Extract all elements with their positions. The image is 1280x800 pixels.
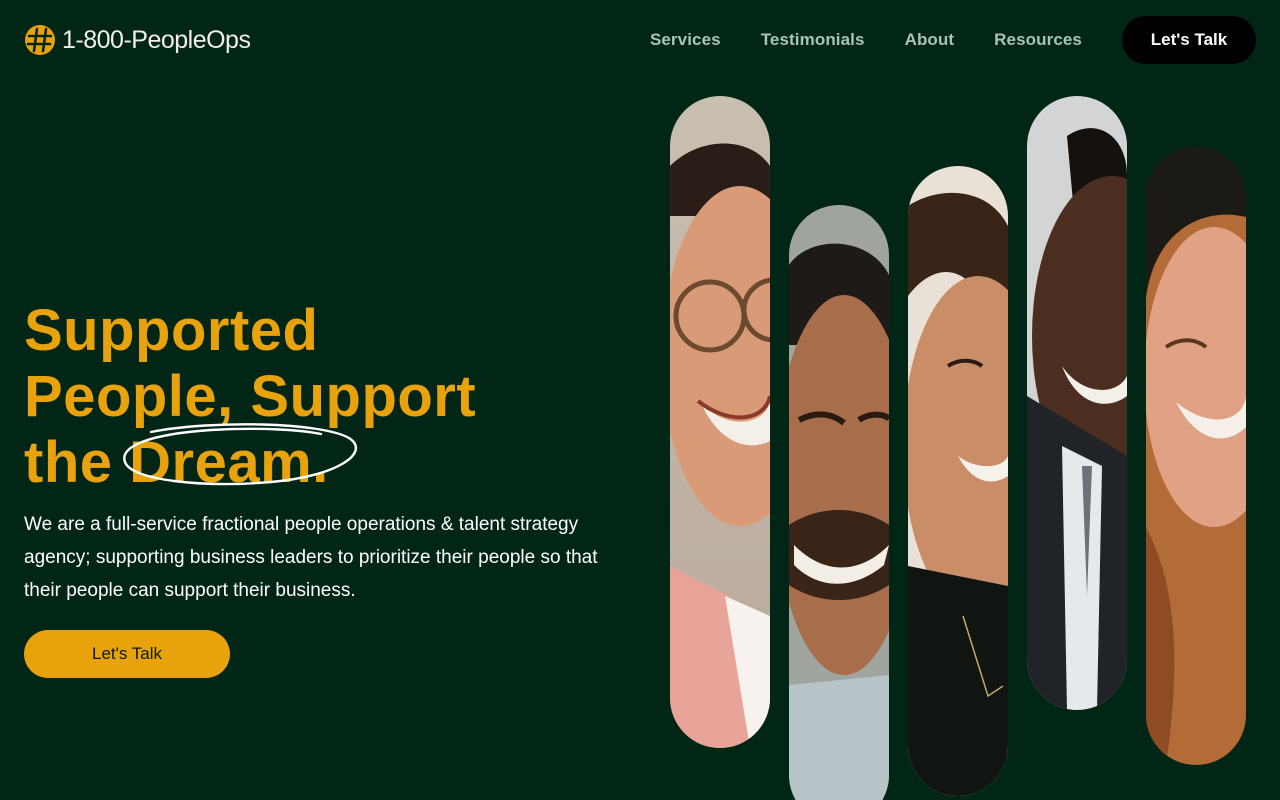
nav-about[interactable]: About — [905, 30, 955, 50]
portrait-woman-laughing-photo — [1146, 147, 1246, 765]
headline-line-3: the Dream. — [24, 423, 624, 496]
portrait-woman-glasses-photo — [670, 96, 770, 748]
headline-line-2: People, Support — [24, 364, 477, 429]
brand-logo[interactable]: 1-800-PeopleOps — [24, 24, 251, 56]
circled-word: Dream. — [123, 423, 357, 496]
headline-line-1: Supported — [24, 298, 319, 363]
nav-services[interactable]: Services — [650, 30, 721, 50]
landing-page: 1-800-PeopleOps Services Testimonials Ab… — [0, 0, 1280, 800]
hero-headline: Supported People, Support the Dream. — [24, 298, 624, 496]
nav-testimonials[interactable]: Testimonials — [761, 30, 865, 50]
hash-globe-icon — [25, 25, 55, 55]
nav-resources[interactable]: Resources — [994, 30, 1082, 50]
portrait-man-smiling-photo — [789, 205, 889, 800]
portrait-man-suit-photo — [1027, 96, 1127, 710]
main-nav: Services Testimonials About Resources Le… — [650, 16, 1256, 64]
headline-line-3-prefix: the — [24, 430, 130, 495]
hand-drawn-circle-icon — [123, 423, 357, 486]
header-lets-talk-button[interactable]: Let's Talk — [1122, 16, 1256, 64]
brand-name: 1-800-PeopleOps — [62, 25, 251, 54]
portrait-woman-smiling-photo — [908, 166, 1008, 796]
hero-lets-talk-button[interactable]: Let's Talk — [24, 630, 230, 678]
hero-description: We are a full-service fractional people … — [24, 514, 598, 601]
